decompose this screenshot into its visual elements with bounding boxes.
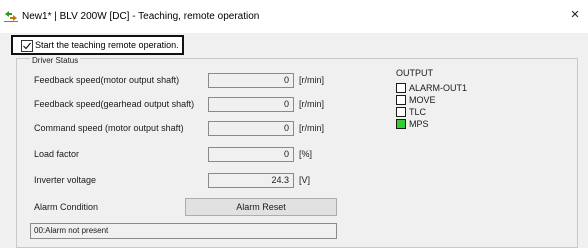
output-indicator-icon — [396, 83, 406, 93]
output-indicator-icon — [396, 107, 406, 117]
output-title: OUTPUT — [396, 68, 433, 78]
teaching-arrows-icon — [4, 11, 18, 22]
output-item-label: MPS — [409, 119, 429, 129]
inverter-voltage-value: 24.3 — [208, 173, 294, 188]
alarm-condition-label: Alarm Condition — [34, 202, 99, 212]
feedback-speed-motor-value: 0 — [208, 73, 294, 88]
command-speed-unit: [r/min] — [299, 123, 325, 133]
command-speed-label: Command speed (motor output shaft) — [34, 123, 184, 133]
title-bar: New1* | BLV 200W [DC] - Teaching, remote… — [0, 0, 588, 33]
driver-status-title: Driver Status — [30, 56, 81, 66]
feedback-speed-motor-label: Feedback speed(motor output shaft) — [34, 75, 180, 85]
feedback-speed-gearhead-value: 0 — [208, 97, 294, 112]
feedback-speed-motor-unit: [r/min] — [299, 75, 325, 85]
load-factor-unit: [%] — [299, 149, 313, 159]
inverter-voltage-unit: [V] — [299, 175, 311, 185]
teaching-remote-checkbox[interactable]: Start the teaching remote operation. — [11, 35, 184, 55]
driver-status-group — [16, 58, 578, 248]
feedback-speed-gearhead-unit: [r/min] — [299, 99, 325, 109]
alarm-status-field: 00:Alarm not present — [30, 223, 337, 239]
feedback-speed-gearhead-label: Feedback speed(gearhead output shaft) — [34, 99, 195, 109]
output-indicator-icon — [396, 95, 406, 105]
close-button[interactable]: × — [568, 6, 582, 24]
checkbox-checked-icon — [21, 40, 33, 52]
alarm-reset-button[interactable]: Alarm Reset — [185, 198, 337, 216]
load-factor-value: 0 — [208, 147, 294, 162]
inverter-voltage-label: Inverter voltage — [34, 175, 97, 185]
output-item-label: TLC — [409, 107, 427, 117]
window-title: New1* | BLV 200W [DC] - Teaching, remote… — [22, 11, 260, 22]
load-factor-label: Load factor — [34, 149, 80, 159]
teaching-remote-label: Start the teaching remote operation. — [35, 40, 179, 50]
output-indicator-icon — [396, 119, 406, 129]
command-speed-value: 0 — [208, 121, 294, 136]
output-item-label: MOVE — [409, 95, 436, 105]
output-item-label: ALARM-OUT1 — [409, 83, 468, 93]
